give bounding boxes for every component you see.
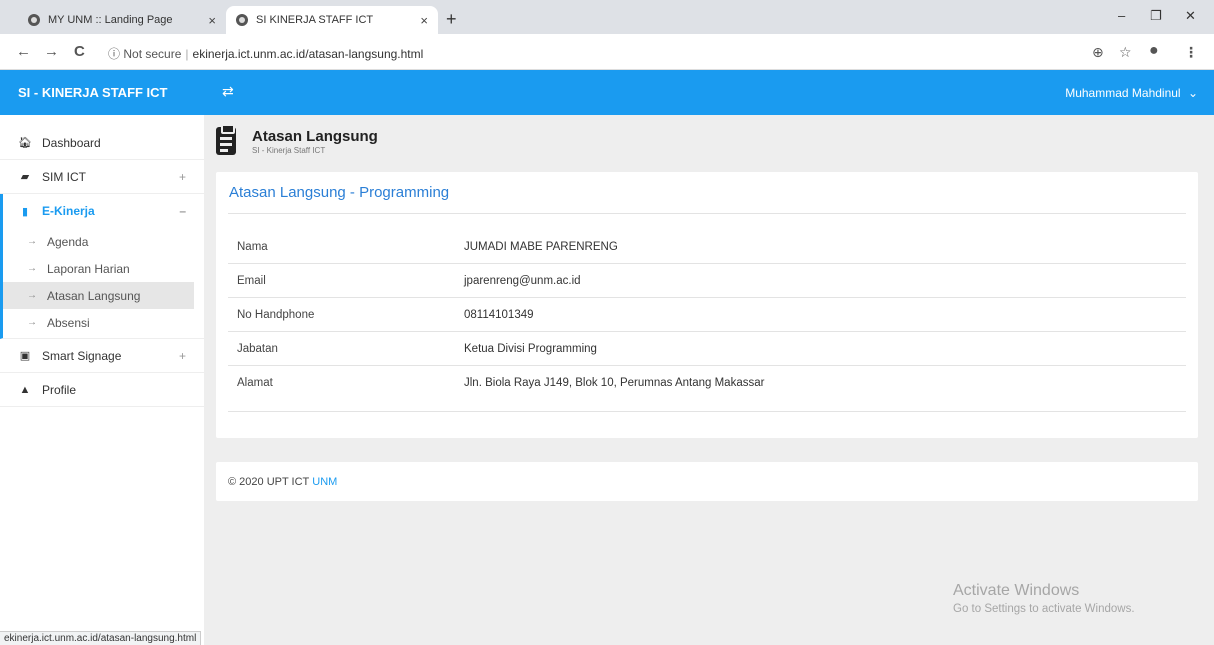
reload-button[interactable]: C xyxy=(74,43,85,60)
site-favicon-icon xyxy=(236,14,248,26)
clipboard-icon xyxy=(216,124,236,155)
site-favicon-icon xyxy=(28,14,40,26)
restore-button[interactable]: ❐ xyxy=(1150,8,1162,24)
watermark-title: Activate Windows xyxy=(953,582,1080,599)
submenu-label: Laporan Harian xyxy=(47,261,130,276)
e-kinerja-submenu: → Agenda → Laporan Harian → Atasan Langs… xyxy=(0,228,204,339)
row-label: Jabatan xyxy=(237,342,278,355)
row-value: Jln. Biola Raya J149, Blok 10, Perumnas … xyxy=(464,377,765,389)
tab-title: SI KINERJA STAFF ICT xyxy=(256,14,374,26)
expand-icon: + xyxy=(178,348,186,363)
browser-menu-icon[interactable]: ⋮ xyxy=(1184,44,1198,61)
arrow-right-icon: → xyxy=(27,290,37,301)
arrow-right-icon: → xyxy=(27,236,37,247)
sidebar-item-sim-ict[interactable]: ▰ SIM ICT + xyxy=(0,160,204,194)
row-label: Nama xyxy=(237,240,268,253)
user-name: Muhammad Mahdinul xyxy=(1065,86,1181,100)
row-value: JUMADI MABE PARENRENG xyxy=(464,240,618,253)
sidebar-item-label: Dashboard xyxy=(42,135,101,150)
tab-title: MY UNM :: Landing Page xyxy=(48,14,173,26)
row-value: jparenreng@unm.ac.id xyxy=(464,274,581,287)
footer: © 2020 UPT ICT UNM xyxy=(216,462,1198,501)
arrow-right-icon: → xyxy=(27,317,37,328)
sidebar-item-label: E-Kinerja xyxy=(42,204,95,218)
browser-toolbar: ← → C ⓘ Not secure | ekinerja.ict.unm.ac.i… xyxy=(0,34,1214,70)
bookmark-star-icon[interactable]: ☆ xyxy=(1119,44,1132,61)
table-row: No Handphone 08114101349 xyxy=(228,298,1186,332)
table-row: Email jparenreng@unm.ac.id xyxy=(228,264,1186,298)
copyright-text: © 2020 UPT ICT xyxy=(228,475,310,488)
submenu-label: Atasan Langsung xyxy=(47,288,141,303)
table-row: Jabatan Ketua Divisi Programming xyxy=(228,332,1186,366)
sidebar-item-dashboard[interactable]: 🏠︎ Dashboard xyxy=(0,126,204,160)
sidebar-item-e-kinerja[interactable]: ▮ E-Kinerja – xyxy=(0,194,204,228)
submenu-item-absensi[interactable]: → Absensi xyxy=(3,309,194,336)
sidebar-item-label: SIM ICT xyxy=(42,169,86,184)
page-title: Atasan Langsung xyxy=(252,128,378,145)
browser-tab-kinerja[interactable]: SI KINERJA STAFF ICT × xyxy=(226,6,438,34)
table-row: Alamat Jln. Biola Raya J149, Blok 10, Pe… xyxy=(228,366,1186,400)
row-label: No Handphone xyxy=(237,308,315,321)
user-menu[interactable]: Muhammad Mahdinul ⌄ xyxy=(1065,86,1198,100)
row-label: Alamat xyxy=(237,377,273,389)
brand-title[interactable]: SI - KINERJA STAFF ICT xyxy=(18,85,168,100)
sidebar-item-profile[interactable]: ▲ Profile xyxy=(0,373,204,407)
browser-tab-bar: MY UNM :: Landing Page × SI KINERJA STAF… xyxy=(0,0,1214,34)
submenu-item-atasan-langsung[interactable]: → Atasan Langsung xyxy=(3,282,194,309)
page-subtitle: SI - Kinerja Staff ICT xyxy=(252,146,326,155)
submenu-item-agenda[interactable]: → Agenda xyxy=(3,228,194,255)
sidebar-toggle-icon[interactable]: ⇄ xyxy=(222,83,234,100)
forward-button[interactable]: → xyxy=(44,43,59,60)
submenu-label: Absensi xyxy=(47,315,90,330)
sidebar-item-label: Profile xyxy=(42,382,77,397)
chevron-down-icon: ⌄ xyxy=(1187,86,1198,100)
row-value: Ketua Divisi Programming xyxy=(464,342,597,355)
security-label[interactable]: Not secure xyxy=(123,47,181,61)
collapse-icon: – xyxy=(179,204,186,218)
tab-close-icon[interactable]: × xyxy=(420,13,428,28)
user-icon: ▲ xyxy=(19,383,31,396)
activate-windows-watermark: Activate Windows Go to Settings to activ… xyxy=(953,582,1135,615)
home-icon: 🏠︎ xyxy=(18,137,32,149)
new-tab-button[interactable]: + xyxy=(446,10,457,28)
tab-close-icon[interactable]: × xyxy=(208,13,216,28)
card-title: Atasan Langsung - Programming xyxy=(229,184,450,201)
chart-icon: ▣ xyxy=(19,350,31,362)
sidebar: 🏠︎ Dashboard ▰ SIM ICT + ▮ E-Kinerja – →… xyxy=(0,115,204,645)
zoom-icon[interactable]: ⊕ xyxy=(1092,44,1104,61)
close-window-button[interactable]: ✕ xyxy=(1185,8,1196,24)
supervisor-info-table: Nama JUMADI MABE PARENRENG Email jparenr… xyxy=(228,230,1186,400)
row-label: Email xyxy=(237,274,266,287)
sidebar-item-label: Smart Signage xyxy=(42,348,122,363)
minimize-button[interactable]: – xyxy=(1118,8,1125,23)
submenu-label: Agenda xyxy=(47,234,89,249)
watermark-subtitle: Go to Settings to activate Windows. xyxy=(953,603,1135,615)
browser-tab-landing[interactable]: MY UNM :: Landing Page × xyxy=(18,6,226,34)
sidebar-item-smart-signage[interactable]: ▣ Smart Signage + xyxy=(0,339,204,373)
account-icon[interactable]: ● xyxy=(1149,42,1159,60)
divider xyxy=(228,213,1186,214)
url-text[interactable]: ekinerja.ict.unm.ac.id/atasan-langsung.h… xyxy=(193,47,424,61)
expand-icon: + xyxy=(178,169,186,184)
supervisor-card: Atasan Langsung - Programming Nama JUMAD… xyxy=(216,172,1198,438)
back-button[interactable]: ← xyxy=(16,43,31,60)
footer-unm-link[interactable]: UNM xyxy=(312,476,337,488)
submenu-item-laporan-harian[interactable]: → Laporan Harian xyxy=(3,255,194,282)
clipboard-icon: ▮ xyxy=(21,205,29,218)
id-card-icon: ▰ xyxy=(20,171,30,183)
arrow-right-icon: → xyxy=(27,263,37,274)
row-value: 08114101349 xyxy=(464,308,534,321)
divider xyxy=(228,411,1186,412)
address-bar[interactable]: ⓘ Not secure | ekinerja.ict.unm.ac.id/atas… xyxy=(108,45,423,62)
table-row: Nama JUMADI MABE PARENRENG xyxy=(228,230,1186,264)
info-icon[interactable]: ⓘ xyxy=(108,47,120,61)
app-header: SI - KINERJA STAFF ICT ⇄ Muhammad Mahdin… xyxy=(0,70,1214,115)
status-bar-url: ekinerja.ict.unm.ac.id/atasan-langsung.h… xyxy=(0,631,202,645)
